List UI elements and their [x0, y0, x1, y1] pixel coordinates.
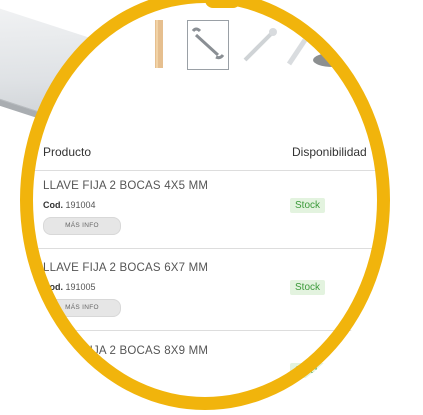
thumbnail-wrench-selected[interactable] — [187, 20, 229, 70]
product-code: Cod. 191005 — [43, 282, 96, 292]
product-name: LLAVE FIJA 2 BOCAS 6X7 MM — [43, 262, 209, 274]
thumbnail-wrench-angle[interactable] — [239, 20, 279, 68]
header-product: Producto — [43, 145, 92, 159]
thumbnail-tool-dark[interactable] — [307, 20, 367, 68]
product-name: LLAVE FIJA 2 BOCAS 4X5 MM — [43, 180, 209, 192]
divider — [29, 170, 389, 171]
thumbnail-wood-handle[interactable] — [149, 20, 167, 68]
stock-badge: Stock — [290, 198, 326, 213]
magnifier-handle — [205, 0, 241, 8]
stock-badge: Stock — [290, 363, 326, 378]
product-code: Cod. 191006 — [43, 365, 96, 375]
stock-badge: Stock — [290, 280, 326, 295]
table-header: Producto Disponibilidad — [29, 145, 389, 173]
divider — [29, 330, 389, 331]
more-info-button[interactable]: MÁS INFO — [43, 299, 121, 317]
divider — [29, 248, 389, 249]
more-info-button[interactable]: MÁS INFO — [43, 217, 121, 235]
magnifier-lens: Producto Disponibilidad LLAVE FIJA 2 BOC… — [29, 0, 389, 410]
product-name: LLAVE FIJA 2 BOCAS 8X9 MM — [43, 345, 209, 357]
header-availability: Disponibilidad — [292, 145, 367, 159]
table-row: LLAVE FIJA 2 BOCAS 8X9 MM Cod. 191006 St… — [29, 345, 389, 410]
thumbnail-strip — [149, 20, 389, 78]
product-code: Cod. 191004 — [43, 200, 96, 210]
